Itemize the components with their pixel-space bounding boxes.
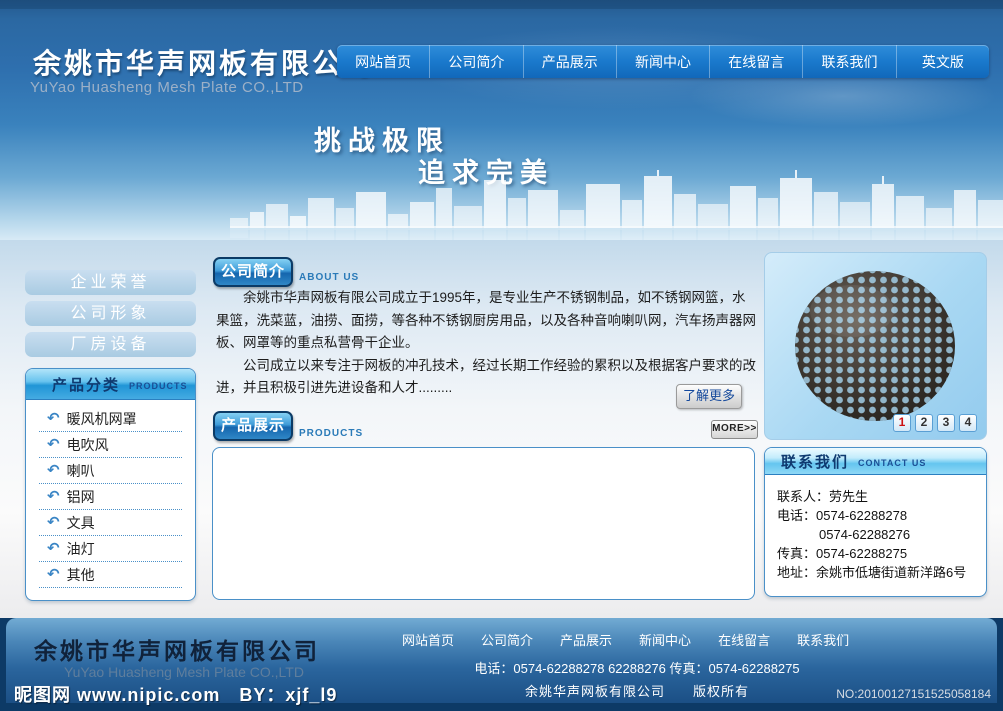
learn-more-button[interactable]: 了解更多	[676, 384, 742, 409]
slideshow-pager: 1 2 3 4	[893, 414, 977, 432]
category-arrow-icon: ↶	[47, 541, 60, 556]
contact-title-cn: 联系我们	[765, 451, 849, 472]
category-item[interactable]: ↶ 铝网	[39, 484, 182, 510]
nipic-watermark: 昵图网 www.nipic.com BY：xjf_l9	[14, 681, 337, 707]
contact-phone-line: 电话：0574-62288278	[777, 506, 976, 525]
footer-nav-message[interactable]: 在线留言	[718, 630, 770, 649]
contact-address-value: 余姚市低塘街道新洋路6号	[816, 565, 966, 580]
footer-company-cn: 余姚市华声网板有限公司	[34, 632, 320, 666]
about-paragraph-1: 余姚市华声网板有限公司成立于1995年，是专业生产不锈钢制品，如不锈钢网篮，水果…	[216, 287, 756, 355]
nav-item-home[interactable]: 网站首页	[337, 45, 429, 78]
footer-copyright: 余姚华声网板有限公司 版权所有	[392, 681, 882, 700]
main-nav: 网站首页 公司简介 产品展示 新闻中心 在线留言 联系我们 英文版	[337, 45, 989, 78]
category-arrow-icon: ↶	[47, 489, 60, 504]
about-section-badge[interactable]: 公司简介	[213, 257, 293, 287]
category-arrow-icon: ↶	[47, 437, 60, 452]
category-arrow-icon: ↶	[47, 411, 60, 426]
category-arrow-icon: ↶	[47, 515, 60, 530]
category-item[interactable]: ↶ 文具	[39, 510, 182, 536]
about-text: 余姚市华声网板有限公司成立于1995年，是专业生产不锈钢制品，如不锈钢网篮，水果…	[216, 287, 756, 400]
product-category-header: 产品分类 PRODUCTS	[26, 369, 195, 400]
sidebar-link-honor[interactable]: 企业荣誉	[25, 270, 196, 295]
category-item[interactable]: ↶ 暖风机网罩	[39, 406, 182, 432]
contact-phone2-line: 0574-62288276	[777, 525, 976, 544]
company-logo-en: YuYao Huasheng Mesh Plate CO.,LTD	[30, 79, 304, 96]
nav-item-about[interactable]: 公司简介	[429, 45, 522, 78]
hero-banner: 余姚市华声网板有限公司 YuYao Huasheng Mesh Plate CO…	[0, 0, 1003, 240]
product-category-title-en: PRODUCTS	[129, 377, 188, 391]
footer-nav-products[interactable]: 产品展示	[560, 630, 612, 649]
contact-address-line: 地址：余姚市低塘街道新洋路6号	[777, 563, 976, 582]
content-area: 企业荣誉 公司形象 厂房设备 产品分类 PRODUCTS ↶ 暖风机网罩 ↶ 电吹风…	[0, 240, 1003, 618]
city-skyline-graphic	[230, 170, 1003, 240]
contact-phone2-value: 0574-62288276	[819, 527, 910, 542]
product-category-panel: 产品分类 PRODUCTS ↶ 暖风机网罩 ↶ 电吹风 ↶ 喇叭 ↶ 铝网 ↶ 文具 ↶ 油…	[25, 368, 196, 601]
contact-panel-header: 联系我们 CONTACT US	[765, 448, 986, 475]
contact-phone-label: 电话：	[777, 508, 816, 523]
contact-person-value: 劳先生	[829, 489, 868, 504]
category-item[interactable]: ↶ 油灯	[39, 536, 182, 562]
sidebar-link-factory[interactable]: 厂房设备	[25, 332, 196, 357]
footer-nav: 网站首页 公司简介 产品展示 新闻中心 在线留言 联系我们	[402, 630, 872, 649]
footer-nav-contact[interactable]: 联系我们	[797, 630, 849, 649]
contact-panel: 联系我们 CONTACT US 联系人：劳先生 电话：0574-62288278…	[764, 447, 987, 597]
contact-address-label: 地址：	[777, 565, 816, 580]
company-logo-cn: 余姚市华声网板有限公司	[33, 42, 374, 82]
page: 余姚市华声网板有限公司 YuYao Huasheng Mesh Plate CO…	[0, 0, 1003, 711]
category-label: 暖风机网罩	[67, 409, 137, 429]
footer-nav-news[interactable]: 新闻中心	[639, 630, 691, 649]
contact-title-en: CONTACT US	[858, 454, 926, 468]
products-more-button[interactable]: MORE>>	[711, 420, 758, 439]
slideshow-page-4[interactable]: 4	[959, 414, 977, 432]
category-label: 文具	[67, 513, 95, 533]
footer-nav-about[interactable]: 公司简介	[481, 630, 533, 649]
products-section-badge[interactable]: 产品展示	[213, 411, 293, 441]
product-category-title-cn: 产品分类	[26, 374, 120, 395]
slideshow-page-3[interactable]: 3	[937, 414, 955, 432]
footer-background: 余姚市华声网板有限公司 YuYao Huasheng Mesh Plate CO…	[6, 618, 997, 703]
about-paragraph-2: 公司成立以来专注于网板的冲孔技术，经过长期工作经验的累积以及根据客户要求的改进，…	[216, 355, 756, 400]
contact-phone1-value: 0574-62288278	[816, 508, 907, 523]
category-arrow-icon: ↶	[47, 463, 60, 478]
sidebar-link-image[interactable]: 公司形象	[25, 301, 196, 326]
category-label: 油灯	[67, 539, 95, 559]
contact-body: 联系人：劳先生 电话：0574-62288278 0574-62288276 传…	[765, 475, 986, 582]
contact-fax-label: 传真：	[777, 546, 816, 561]
contact-fax-value: 0574-62288275	[816, 546, 907, 561]
slideshow-page-1[interactable]: 1	[893, 414, 911, 432]
slideshow-page-2[interactable]: 2	[915, 414, 933, 432]
footer: 余姚市华声网板有限公司 YuYao Huasheng Mesh Plate CO…	[0, 618, 1003, 711]
category-label: 铝网	[67, 487, 95, 507]
category-label: 电吹风	[67, 435, 109, 455]
category-item[interactable]: ↶ 喇叭	[39, 458, 182, 484]
contact-person-label: 联系人：	[777, 489, 829, 504]
category-label: 喇叭	[67, 461, 95, 481]
footer-nav-home[interactable]: 网站首页	[402, 630, 454, 649]
product-slideshow: 1 2 3 4	[764, 252, 987, 440]
category-list: ↶ 暖风机网罩 ↶ 电吹风 ↶ 喇叭 ↶ 铝网 ↶ 文具 ↶ 油灯 ↶ 其他	[39, 406, 182, 588]
mesh-dome-product-image	[790, 265, 960, 425]
category-label: 其他	[67, 565, 95, 585]
contact-fax-line: 传真：0574-62288275	[777, 544, 976, 563]
products-section-subtitle: PRODUCTS	[299, 428, 363, 439]
products-display-box	[212, 447, 755, 600]
nav-item-contact[interactable]: 联系我们	[802, 45, 895, 78]
footer-phone-line: 电话：0574-62288278 62288276 传真：0574-622882…	[392, 658, 882, 677]
nav-item-news[interactable]: 新闻中心	[616, 45, 709, 78]
category-item[interactable]: ↶ 其他	[39, 562, 182, 588]
top-strip	[0, 0, 1003, 9]
about-section-subtitle: ABOUT US	[299, 272, 359, 283]
category-arrow-icon: ↶	[47, 567, 60, 582]
footer-serial-number: NO:20100127151525058184	[836, 687, 991, 701]
category-item[interactable]: ↶ 电吹风	[39, 432, 182, 458]
contact-person-line: 联系人：劳先生	[777, 487, 976, 506]
footer-company-en: YuYao Huasheng Mesh Plate CO.,LTD	[64, 664, 304, 680]
nav-item-english[interactable]: 英文版	[896, 45, 989, 78]
nav-item-message[interactable]: 在线留言	[709, 45, 802, 78]
nav-item-products[interactable]: 产品展示	[523, 45, 616, 78]
